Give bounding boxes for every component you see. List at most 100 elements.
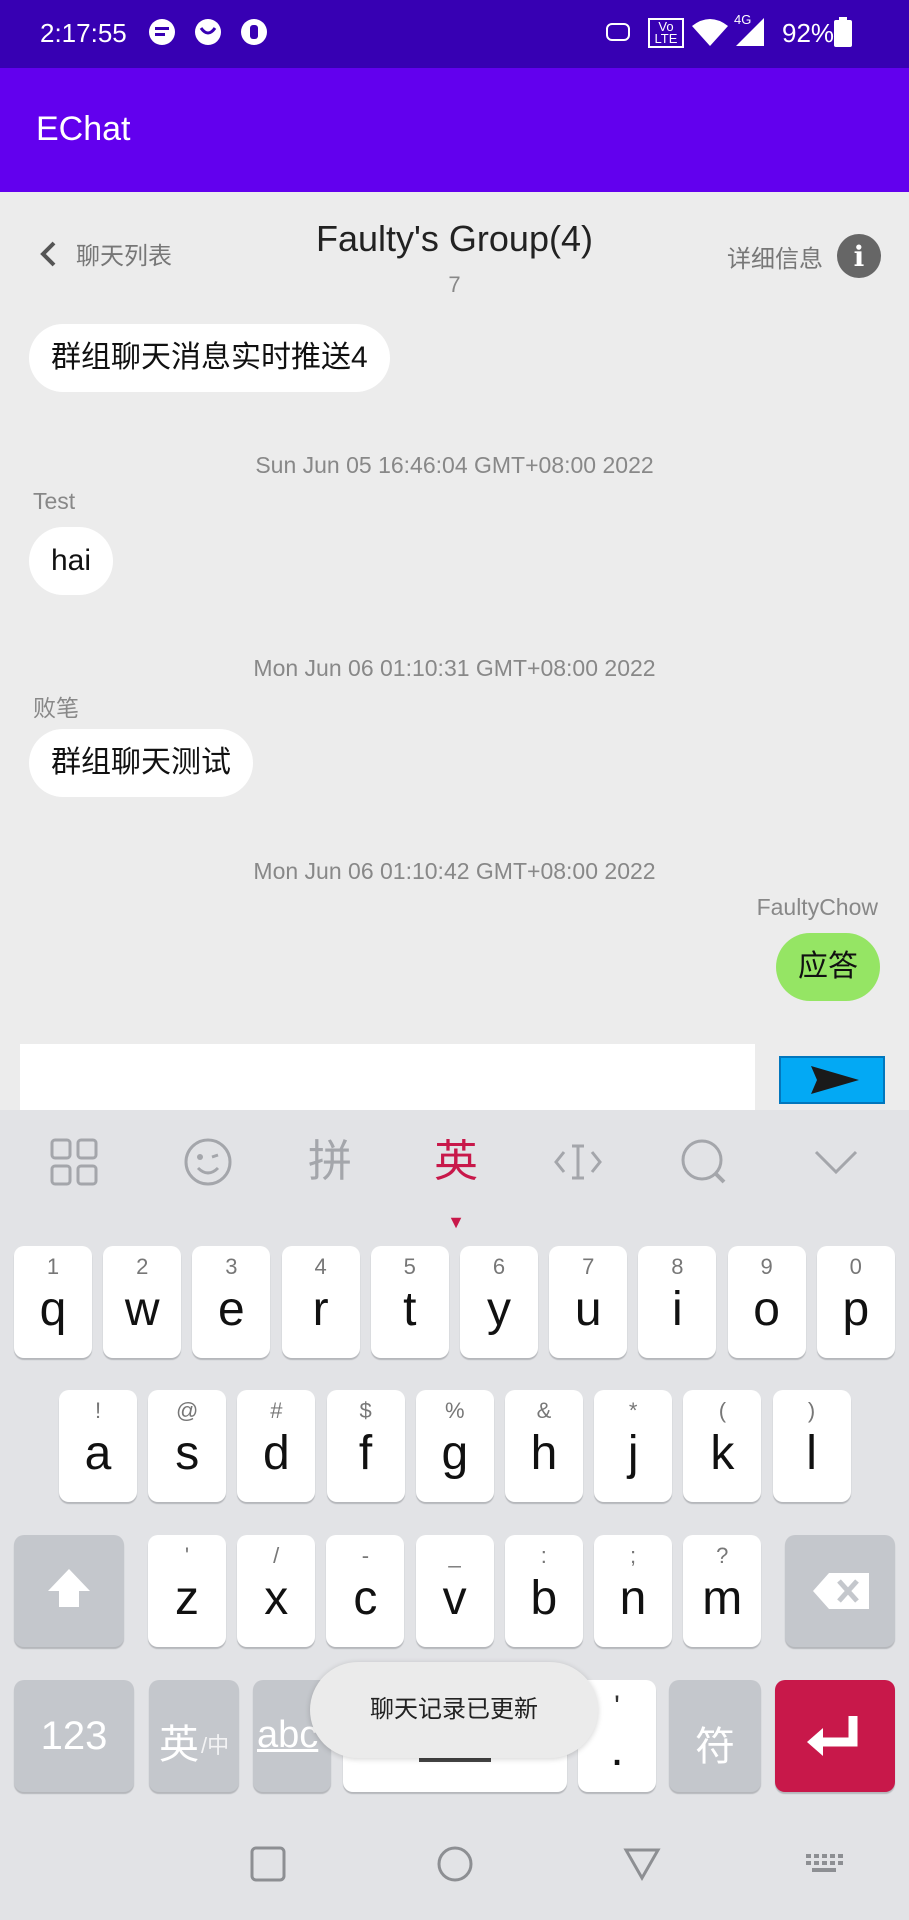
- key-secondary-label: /: [273, 1543, 280, 1568]
- message-timestamp: Mon Jun 06 01:10:31 GMT+08:00 2022: [253, 655, 656, 681]
- key-letter-label: o: [753, 1283, 780, 1336]
- navigation-bar: [0, 1810, 909, 1920]
- key-secondary-label: 4: [314, 1254, 327, 1279]
- info-icon: i: [837, 234, 881, 278]
- key-z[interactable]: ' z: [148, 1535, 226, 1647]
- english-mode-button[interactable]: 英▼: [428, 1134, 484, 1232]
- message-timestamp: Mon Jun 06 01:10:42 GMT+08:00 2022: [253, 858, 656, 884]
- numbers-key-label: 123: [40, 1714, 108, 1758]
- key-letter-label: g: [441, 1427, 469, 1480]
- key-e[interactable]: 3e: [192, 1246, 271, 1358]
- language-switch-key[interactable]: 英/中: [149, 1680, 239, 1792]
- key-secondary-label: ;: [629, 1543, 637, 1568]
- key-secondary-label: -: [361, 1543, 370, 1568]
- key-g[interactable]: % g: [415, 1390, 494, 1502]
- message-bubble[interactable]: 群组聊天消息实时推送4: [29, 324, 390, 392]
- key-c[interactable]: -c: [326, 1535, 405, 1647]
- key-secondary-label: #: [270, 1398, 283, 1423]
- key-a[interactable]: ! a: [59, 1390, 137, 1502]
- key-m[interactable]: ? m: [683, 1535, 762, 1647]
- key-secondary-label: ?: [716, 1543, 729, 1568]
- key-r[interactable]: 4r: [281, 1246, 360, 1358]
- key-w[interactable]: 2w: [103, 1246, 182, 1358]
- key-u[interactable]: 7u: [549, 1246, 628, 1358]
- emoji-icon[interactable]: [180, 1134, 236, 1190]
- message-sender: FaultyChow: [756, 894, 878, 920]
- search-icon[interactable]: [676, 1134, 732, 1190]
- collapse-keyboard-icon[interactable]: [808, 1134, 864, 1190]
- key-letter-label: p: [842, 1283, 870, 1336]
- status-time: 2:17:55: [40, 18, 127, 48]
- key-letter-label: w: [124, 1283, 160, 1336]
- key-x[interactable]: / x: [237, 1535, 316, 1647]
- key-secondary-label: ': [184, 1543, 190, 1568]
- key-letter-label: l: [806, 1427, 817, 1480]
- key-secondary-label: 8: [671, 1254, 684, 1279]
- keyboard-switch-icon[interactable]: [804, 1850, 844, 1876]
- key-l[interactable]: ) l: [772, 1390, 851, 1502]
- key-h[interactable]: & h: [505, 1390, 583, 1502]
- enter-icon: [807, 1716, 858, 1756]
- pinyin-mode-button[interactable]: 拼: [302, 1134, 358, 1190]
- key-d[interactable]: # d: [237, 1390, 316, 1502]
- vpn-icon: [606, 23, 630, 41]
- key-letter-label: a: [84, 1427, 112, 1480]
- send-button[interactable]: [779, 1056, 885, 1104]
- key-q[interactable]: 1q: [14, 1246, 92, 1358]
- key-letter-label: u: [574, 1283, 602, 1336]
- key-k[interactable]: (k: [683, 1390, 762, 1502]
- details-button[interactable]: 详细信息 i: [727, 234, 881, 278]
- message-bubble[interactable]: hai: [29, 527, 114, 595]
- key-j[interactable]: * j: [594, 1390, 673, 1502]
- key-secondary-label: 3: [225, 1254, 238, 1279]
- numbers-key[interactable]: 123: [14, 1680, 134, 1792]
- english-mode-label: 英: [434, 1137, 478, 1186]
- key-letter-label: r: [312, 1283, 329, 1336]
- key-o[interactable]: 9o: [727, 1246, 806, 1358]
- backspace-key[interactable]: [785, 1535, 895, 1647]
- key-n[interactable]: ; n: [594, 1535, 672, 1647]
- key-b[interactable]: :b: [504, 1535, 583, 1647]
- message-sender: 败笔: [33, 695, 79, 721]
- back-icon[interactable]: [622, 1844, 662, 1884]
- dropdown-triangle-icon: ▼: [447, 1212, 465, 1232]
- key-s[interactable]: @ s: [148, 1390, 227, 1502]
- enter-key[interactable]: [775, 1680, 895, 1792]
- battery-percent: 92%: [782, 18, 835, 48]
- toast-message: 聊天记录已更新: [310, 1662, 598, 1758]
- recent-apps-icon[interactable]: [248, 1844, 288, 1884]
- key-letter-label: y: [487, 1283, 511, 1336]
- message-input[interactable]: [20, 1044, 755, 1112]
- volte-icon: Vo LTE: [648, 18, 684, 48]
- key-letter-label: z: [175, 1572, 199, 1625]
- key-secondary-label: 6: [492, 1254, 506, 1279]
- key-i[interactable]: 8i: [638, 1246, 717, 1358]
- key-secondary-label: *: [628, 1398, 638, 1423]
- key-letter-label: j: [627, 1427, 639, 1480]
- shift-key[interactable]: [14, 1535, 124, 1647]
- text-cursor-icon[interactable]: [550, 1134, 606, 1190]
- key-secondary-label: ): [807, 1398, 816, 1423]
- app-bar: EChat: [0, 68, 909, 192]
- key-t[interactable]: 5t: [370, 1246, 449, 1358]
- key-f[interactable]: $ f: [326, 1390, 405, 1502]
- app-notification-icon: [195, 19, 221, 45]
- key-secondary-label: (: [718, 1398, 727, 1423]
- key-secondary-label: _: [448, 1543, 461, 1568]
- app-title: EChat: [36, 110, 131, 148]
- key-secondary-label: @: [176, 1398, 199, 1423]
- key-letter-label: d: [263, 1427, 290, 1480]
- message-bubble[interactable]: 群组聊天测试: [29, 729, 253, 797]
- key-letter-label: q: [39, 1283, 67, 1336]
- symbols-key[interactable]: 符: [669, 1680, 761, 1792]
- key-y[interactable]: 6y: [460, 1246, 538, 1358]
- my-message-bubble[interactable]: 应答: [776, 933, 880, 1001]
- key-p[interactable]: 0p: [816, 1246, 895, 1358]
- key-letter-label: t: [403, 1283, 417, 1336]
- keyboard-menu-grid-icon[interactable]: [46, 1134, 102, 1190]
- space-bar-indicator: [419, 1758, 491, 1762]
- message-timestamp: Sun Jun 05 16:46:04 GMT+08:00 2022: [255, 452, 654, 478]
- key-v[interactable]: _ v: [415, 1535, 494, 1647]
- home-icon[interactable]: [435, 1844, 475, 1884]
- backspace-icon: [813, 1573, 869, 1609]
